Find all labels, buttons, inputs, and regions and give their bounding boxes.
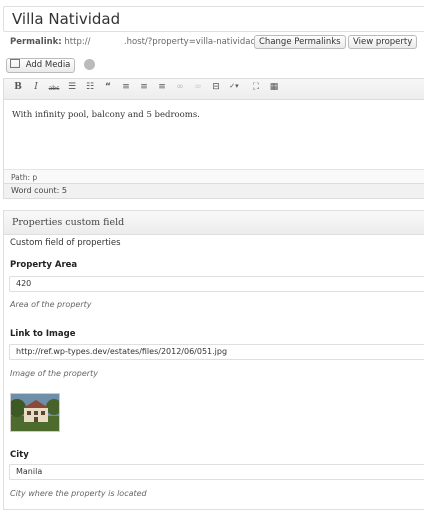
bold-icon[interactable]: B [12, 82, 24, 92]
unlink-icon[interactable]: ∞ [192, 82, 204, 92]
add-media-label: Add Media [25, 60, 71, 70]
property-area-label: Property Area [10, 260, 78, 270]
permalink-row: Permalink: http:// .host/?property=villa… [10, 37, 256, 47]
bullet-list-icon[interactable]: ☰ [66, 82, 78, 92]
permalink-suffix[interactable]: .host/?property=villa-natividad [124, 37, 256, 47]
property-area-description: Area of the property [10, 300, 92, 309]
link-icon[interactable]: ∞ [174, 82, 186, 92]
editor-content[interactable]: With infinity pool, balcony and 5 bedroo… [12, 110, 200, 120]
city-label: City [10, 450, 29, 460]
align-center-icon[interactable]: ≡ [138, 82, 150, 92]
media-icon [10, 59, 20, 68]
link-to-image-input[interactable]: http://ref.wp-types.dev/estates/files/20… [9, 344, 424, 360]
property-image-thumbnail [10, 393, 60, 432]
add-media-button[interactable]: Add Media [6, 58, 76, 73]
word-count: Word count: 5 [3, 183, 424, 199]
change-permalinks-button[interactable]: Change Permalinks [254, 35, 346, 49]
property-area-input[interactable]: 420 [9, 276, 424, 292]
city-input[interactable]: Manila [9, 464, 424, 480]
editor-toolbar: B I abc ☰ ☷ “ ≡ ≡ ≡ ∞ ∞ ⊟ ✓▾ ⛶ ▦ [4, 79, 424, 100]
more-tag-icon[interactable]: ⊟ [210, 82, 222, 92]
permalink-prefix[interactable]: http:// [64, 37, 90, 47]
metabox-title[interactable]: Properties custom field [3, 210, 424, 235]
fullscreen-icon[interactable]: ⛶ [250, 82, 262, 92]
numbered-list-icon[interactable]: ☷ [84, 82, 96, 92]
post-title-input[interactable]: Villa Natividad [3, 6, 424, 32]
house-photo-icon [11, 394, 59, 431]
view-property-button[interactable]: View property [348, 35, 418, 49]
link-to-image-description: Image of the property [10, 369, 98, 378]
kitchen-sink-icon[interactable]: ▦ [268, 82, 280, 92]
spellcheck-icon[interactable]: ✓▾ [228, 82, 240, 90]
metabox-description: Custom field of properties [10, 238, 121, 248]
city-description: City where the property is located [10, 489, 147, 498]
italic-icon[interactable]: I [30, 82, 42, 92]
strikethrough-icon[interactable]: abc [48, 85, 60, 92]
link-to-image-label: Link to Image [10, 329, 76, 339]
align-left-icon[interactable]: ≡ [120, 82, 132, 92]
blockquote-icon[interactable]: “ [102, 82, 114, 92]
wordpress-logo-icon [84, 59, 95, 70]
align-right-icon[interactable]: ≡ [156, 82, 168, 92]
permalink-label: Permalink: [10, 37, 62, 47]
content-editor: B I abc ☰ ☷ “ ≡ ≡ ≡ ∞ ∞ ⊟ ✓▾ ⛶ ▦ With in… [3, 78, 424, 198]
